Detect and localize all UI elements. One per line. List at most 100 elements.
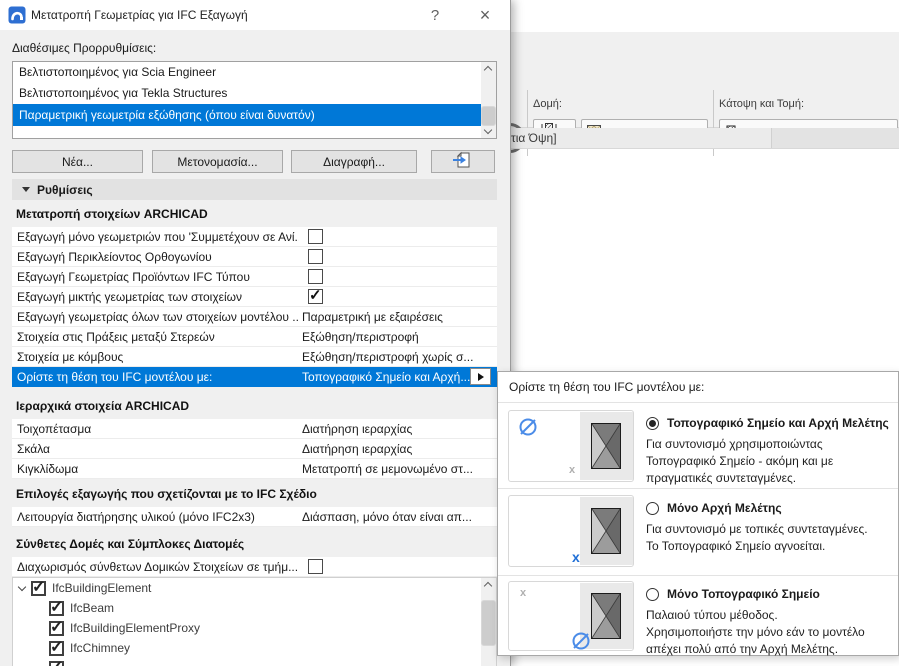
checkbox[interactable] [308, 269, 323, 284]
setting-value[interactable]: Μετατροπή σε μεμονωμένο στ... [302, 462, 473, 476]
setting-row[interactable]: Εξαγωγή Γεωμετρίας Προϊόντων IFC Τύπου [12, 267, 497, 287]
tree-label: IfcBuildingElementProxy [70, 621, 201, 635]
tree-checkbox[interactable] [49, 597, 64, 617]
scrollbar-up-icon[interactable] [483, 65, 493, 75]
setting-label: Σκάλα [17, 441, 50, 456]
preset-list: Βελτιστοποιημένος για Scia Engineer Βελτ… [12, 61, 497, 139]
preset-item[interactable]: Βελτιστοποιημένος για Scia Engineer [13, 62, 482, 83]
setting-label: Εξαγωγή μικτής γεωμετρίας των στοιχείων [17, 289, 243, 304]
dialog-titlebar[interactable]: Μετατροπή Γεωμετρίας για IFC Εξαγωγή ? × [0, 0, 510, 30]
active-view-tab[interactable]: τια Όψη] [511, 131, 557, 145]
hierarchical-rows: Τοιχοπέτασμα Διατήρηση ιεραρχίας Σκάλα Δ… [12, 419, 497, 479]
setting-label: Εξαγωγή Περικλείοντος Ορθογωνίου [17, 249, 212, 264]
preset-item[interactable]: Βελτιστοποιημένος για Tekla Structures [13, 83, 482, 104]
tree-item[interactable]: IfcBuildingElement [13, 578, 496, 598]
setting-row[interactable]: Εξαγωγή γεωμετρίας όλων των στοιχείων μο… [12, 307, 497, 327]
setting-row[interactable]: Λειτουργία διατήρησης υλικού (μόνο IFC2x… [12, 507, 497, 527]
setting-label: Τοιχοπέτασμα [17, 421, 92, 436]
survey-point-icon [570, 630, 592, 655]
tree-label: IfcBeam [70, 601, 115, 615]
section-header-ifc-scheme: Επιλογές εξαγωγής που σχετίζονται με το … [16, 487, 317, 501]
archicad-logo-icon [8, 6, 26, 27]
tree-expand-icon[interactable] [17, 582, 27, 592]
tree-item[interactable]: IfcBuildingElementProxy [13, 617, 496, 638]
setting-row-model-position[interactable]: Ορίστε τη θέση του IFC μοντέλου με: Τοπο… [12, 367, 497, 387]
presets-label: Διαθέσιμες Προρρυθμίσεις: [12, 41, 157, 55]
setting-value[interactable]: Εξώθηση/περιστροφή χωρίς σ... [302, 350, 473, 364]
setting-row[interactable]: Στοιχεία με κόμβους Εξώθηση/περιστροφή χ… [12, 347, 497, 367]
setting-row[interactable]: Εξαγωγή μόνο γεωμετριών που 'Συμμετέχουν… [12, 227, 497, 247]
ifc-scheme-rows: Λειτουργία διατήρησης υλικού (μόνο IFC2x… [12, 507, 497, 527]
setting-label: Κιγκλίδωμα [17, 461, 79, 476]
radio[interactable] [646, 501, 659, 515]
ifc-element-tree: IfcBuildingElement IfcBeam IfcBuildingEl… [12, 577, 497, 666]
option-title: Τοπογραφικό Σημείο και Αρχή Μελέτης [667, 416, 889, 430]
origin-x-marker: x [569, 464, 576, 476]
option-thumbnail: x [508, 410, 634, 482]
setting-row[interactable]: Εξαγωγή μικτής γεωμετρίας των στοιχείων [12, 286, 497, 307]
setting-value[interactable]: Παραμετρική με εξαιρέσεις [302, 310, 443, 324]
setting-row[interactable]: Διαχωρισμός σύνθετων Δομικών Στοιχείων σ… [12, 557, 497, 577]
tree-checkbox[interactable] [49, 657, 64, 666]
flyout-open-button[interactable] [470, 368, 491, 385]
origin-x-marker: x [520, 587, 527, 599]
building-icon [591, 508, 621, 557]
tree-item[interactable]: IfcBeam [13, 597, 496, 618]
radio[interactable] [646, 416, 659, 430]
setting-value[interactable]: Τοπογραφικό Σημείο και Αρχή... [302, 370, 470, 384]
import-preset-button[interactable] [431, 150, 495, 173]
setting-label: Διαχωρισμός σύνθετων Δομικών Στοιχείων σ… [17, 559, 299, 574]
setting-row[interactable]: Εξαγωγή Περικλείοντος Ορθογωνίου [12, 247, 497, 267]
scrollbar-up-icon[interactable] [483, 581, 493, 591]
setting-value[interactable]: Διατήρηση ιεραρχίας [302, 422, 412, 436]
setting-value[interactable]: Διάσπαση, μόνο όταν είναι απ... [302, 510, 472, 524]
geometry-conversion-dialog: Μετατροπή Γεωμετρίας για IFC Εξαγωγή ? ×… [0, 0, 511, 666]
tab-bar-right-segment [771, 128, 899, 148]
preset-list-scrollbar[interactable] [481, 62, 496, 138]
radio[interactable] [646, 587, 659, 601]
tree-label: IfcBuildingElement [52, 581, 152, 595]
section-header-composite: Σύνθετες Δομές και Σύμπλοκες Διατομές [16, 537, 245, 551]
scrollbar-thumb[interactable] [481, 600, 496, 646]
tree-checkbox[interactable] [49, 637, 64, 657]
checkbox[interactable] [308, 229, 323, 244]
option-description: Για συντονισμό με τοπικές συντεταγμένες.… [646, 522, 868, 553]
origin-x-marker: x [572, 549, 580, 565]
tree-checkbox[interactable] [31, 578, 46, 597]
tree-scrollbar[interactable] [481, 578, 496, 666]
setting-label: Λειτουργία διατήρησης υλικού (μόνο IFC2x… [17, 509, 255, 524]
survey-point-icon [517, 416, 539, 441]
setting-label: Στοιχεία με κόμβους [17, 349, 124, 364]
setting-row[interactable]: Τοιχοπέτασμα Διατήρηση ιεραρχίας [12, 419, 497, 439]
setting-value[interactable]: Εξώθηση/περιστροφή [302, 330, 419, 344]
setting-row[interactable]: Στοιχεία στις Πράξεις μεταξύ Στερεών Εξώ… [12, 327, 497, 347]
checkbox[interactable] [308, 249, 323, 264]
option-survey-point-and-origin[interactable]: x Τοπογραφικό Σημείο και Αρχή Μελέτης Γι… [498, 403, 898, 488]
tree-item[interactable]: IfcChimney [13, 637, 496, 658]
option-thumbnail: x [508, 581, 634, 651]
checkbox[interactable] [308, 286, 323, 304]
model-position-flyout: Ορίστε τη θέση του IFC μοντέλου με: x Το… [497, 371, 899, 656]
tree-item-partial[interactable] [13, 657, 496, 666]
setting-row[interactable]: Σκάλα Διατήρηση ιεραρχίας [12, 439, 497, 459]
setting-value[interactable]: Διατήρηση ιεραρχίας [302, 442, 412, 456]
checkbox[interactable] [308, 559, 323, 574]
delete-preset-button[interactable]: Διαγραφή... [291, 150, 417, 173]
setting-label: Ορίστε τη θέση του IFC μοντέλου με: [17, 369, 213, 384]
option-survey-point-only[interactable]: x Μόνο Τοπογραφικό Σημείο Παλαιού τύπου … [498, 575, 898, 656]
preset-item[interactable]: Παραμετρική γεωμετρία εξώθησης (όπου είν… [13, 104, 482, 126]
new-preset-button[interactable]: Νέα... [12, 150, 143, 173]
settings-collapse-header[interactable]: Ρυθμίσεις [12, 179, 497, 200]
option-origin-only[interactable]: x Μόνο Αρχή Μελέτης Για συντονισμό με το… [498, 488, 898, 575]
close-icon[interactable]: × [470, 4, 500, 26]
scrollbar-down-icon[interactable] [483, 125, 493, 135]
setting-row[interactable]: Κιγκλίδωμα Μετατροπή σε μεμονωμένο στ... [12, 459, 497, 479]
tree-label: IfcChimney [70, 641, 131, 655]
flyout-arrow-icon [477, 372, 484, 381]
help-icon[interactable]: ? [420, 4, 450, 26]
rename-preset-button[interactable]: Μετονομασία... [152, 150, 283, 173]
tree-checkbox[interactable] [49, 617, 64, 637]
dialog-title: Μετατροπή Γεωμετρίας για IFC Εξαγωγή [31, 8, 248, 22]
scrollbar-thumb[interactable] [481, 106, 496, 126]
composite-rows: Διαχωρισμός σύνθετων Δομικών Στοιχείων σ… [12, 557, 497, 577]
